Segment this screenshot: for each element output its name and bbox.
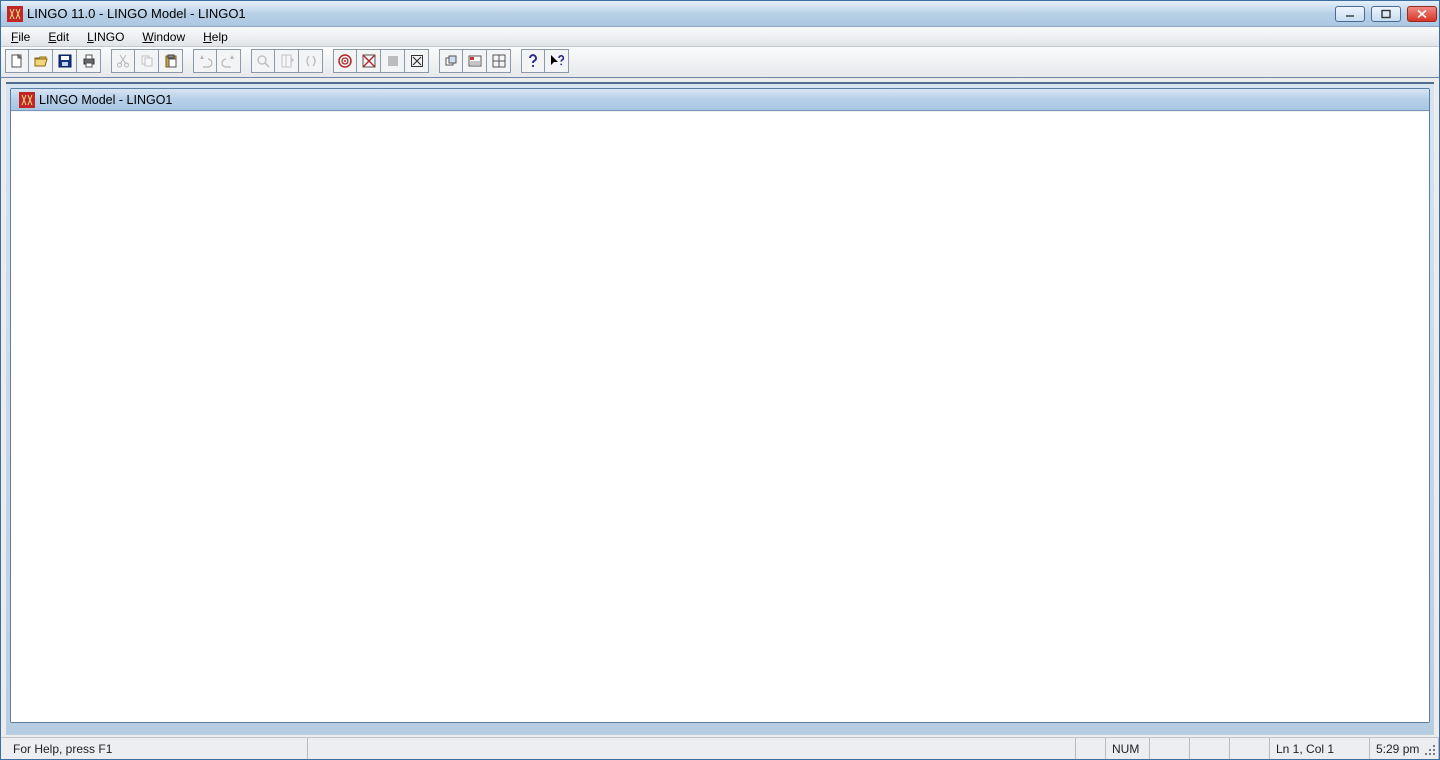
copy-button[interactable]: [135, 49, 159, 73]
status-capslock: [1075, 738, 1105, 759]
main-window: LINGO 11.0 - LINGO Model - LINGO1 File E…: [0, 0, 1440, 760]
close-button[interactable]: [1407, 6, 1437, 22]
maximize-button[interactable]: [1371, 6, 1401, 22]
status-scrolllock: [1149, 738, 1189, 759]
title-text: LINGO 11.0 - LINGO Model - LINGO1: [27, 6, 246, 21]
status-cursor: Ln 1, Col 1: [1269, 738, 1369, 759]
find-button[interactable]: [251, 49, 275, 73]
undo-button[interactable]: [193, 49, 217, 73]
tile-windows-button[interactable]: [487, 49, 511, 73]
menu-window[interactable]: Window: [142, 30, 185, 44]
status-ovr: [1189, 738, 1229, 759]
status-rec: [1229, 738, 1269, 759]
menu-help[interactable]: Help: [203, 30, 228, 44]
lingo-doc-icon: [19, 92, 34, 107]
interrupt-button[interactable]: [381, 49, 405, 73]
size-grip-icon[interactable]: [1423, 743, 1437, 757]
titlebar[interactable]: LINGO 11.0 - LINGO Model - LINGO1: [1, 1, 1439, 27]
options-button[interactable]: [463, 49, 487, 73]
status-help: For Help, press F1: [7, 738, 307, 759]
editor-body[interactable]: [11, 112, 1429, 722]
redo-button[interactable]: [217, 49, 241, 73]
menu-edit[interactable]: Edit: [48, 30, 69, 44]
open-button[interactable]: [29, 49, 53, 73]
child-window: LINGO Model - LINGO1: [10, 88, 1430, 723]
solution-button[interactable]: [357, 49, 381, 73]
status-spacer: [307, 738, 1075, 759]
close-all-button[interactable]: [405, 49, 429, 73]
minimize-button[interactable]: [1335, 6, 1365, 22]
editor[interactable]: [11, 111, 1429, 722]
new-button[interactable]: [5, 49, 29, 73]
save-button[interactable]: [53, 49, 77, 73]
help-topics-button[interactable]: [521, 49, 545, 73]
send-to-back-button[interactable]: [439, 49, 463, 73]
solve-button[interactable]: [333, 49, 357, 73]
menubar: File Edit LINGO Window Help: [1, 27, 1439, 47]
paste-button[interactable]: [159, 49, 183, 73]
goto-line-button[interactable]: [275, 49, 299, 73]
statusbar: For Help, press F1 NUM Ln 1, Col 1 5:29 …: [1, 737, 1439, 759]
match-paren-button[interactable]: [299, 49, 323, 73]
lingo-app-icon: [7, 6, 23, 22]
menu-file[interactable]: File: [11, 30, 30, 44]
child-title-text: LINGO Model - LINGO1: [39, 93, 172, 107]
menu-lingo[interactable]: LINGO: [87, 30, 124, 44]
print-button[interactable]: [77, 49, 101, 73]
child-titlebar[interactable]: LINGO Model - LINGO1: [11, 89, 1429, 111]
context-help-button[interactable]: [545, 49, 569, 73]
toolbar: [1, 47, 1439, 78]
mdi-client: LINGO Model - LINGO1: [6, 82, 1434, 735]
status-numlock: NUM: [1105, 738, 1149, 759]
cut-button[interactable]: [111, 49, 135, 73]
